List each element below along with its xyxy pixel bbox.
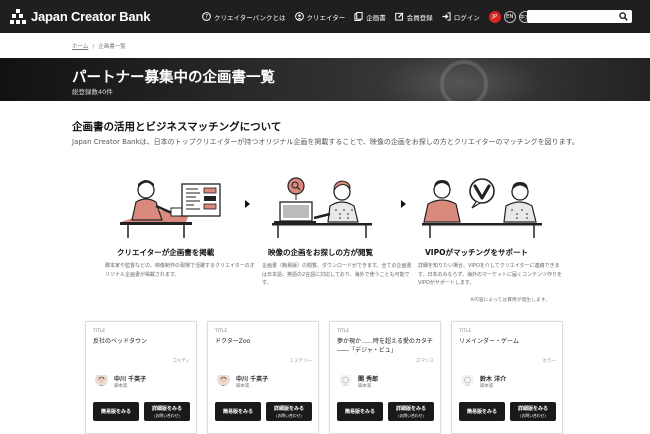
card-title[interactable]: 夢か現か……時を超える愛のカタチ――「デジャ・ビュ」 bbox=[337, 337, 437, 355]
view-simple-label: 簡易版をみる bbox=[222, 409, 253, 415]
search-box bbox=[527, 10, 632, 30]
nav-proposals-label: 企画書 bbox=[366, 13, 386, 22]
view-detail-sub: (お問い合わせ) bbox=[276, 412, 302, 418]
document-icon bbox=[354, 12, 363, 21]
nav-login-label: ログイン bbox=[453, 13, 480, 22]
hero-lens-decoration bbox=[440, 60, 488, 101]
avatar[interactable] bbox=[339, 373, 352, 386]
svg-text:?: ? bbox=[205, 15, 208, 21]
step-1-title: クリエイターが企画書を掲載 bbox=[117, 248, 215, 257]
card-person-role: 脚本家 bbox=[358, 384, 372, 389]
nav-creators[interactable]: クリエイター bbox=[294, 12, 346, 22]
view-detail-sub: (お問い合わせ) bbox=[398, 412, 424, 418]
view-simple-button[interactable]: 簡易版をみる bbox=[459, 402, 505, 421]
step-3-title: VIPOがマッチングをサポート bbox=[425, 248, 528, 257]
lang-en-button[interactable]: EN bbox=[503, 10, 516, 23]
proposal-card: TITLE ドクターZoo ミステリー 中川 千英子 脚本家 簡易版をみる 詳細… bbox=[207, 321, 319, 434]
site-logo[interactable]: Japan Creator Bank bbox=[10, 8, 151, 25]
breadcrumb-home-link[interactable]: ホーム bbox=[72, 44, 88, 50]
view-detail-button[interactable]: 詳細版をみる (お問い合わせ) bbox=[144, 402, 190, 421]
avatar[interactable] bbox=[95, 373, 108, 386]
card-title[interactable]: ドクターZoo bbox=[215, 337, 315, 346]
section-description: Japan Creator Bankは、日本のトップクリエイターが持つオリジナル… bbox=[72, 138, 579, 146]
edit-icon bbox=[394, 12, 404, 21]
nav-register[interactable]: 会員登録 bbox=[394, 12, 433, 22]
view-simple-button[interactable]: 簡易版をみる bbox=[337, 402, 383, 421]
proposal-card: TITLE 反社のベッドタウン コメディ 中川 千英子 脚本家 簡易版をみる 詳… bbox=[85, 321, 197, 434]
avatar[interactable] bbox=[461, 373, 474, 386]
nav-about-label: クリエイターバンクとは bbox=[214, 13, 286, 22]
nav-creators-label: クリエイター bbox=[306, 13, 346, 22]
card-genre: ミステリー bbox=[289, 359, 313, 364]
step-1-description: 脚本家や監督などの、映像制作の現場で活躍するクリエイターのオリジナル企画書が掲載… bbox=[105, 263, 255, 278]
step-arrow-1 bbox=[245, 200, 250, 208]
view-detail-label: 詳細版をみる bbox=[517, 405, 548, 412]
view-detail-label: 詳細版をみる bbox=[151, 405, 182, 412]
nav-login[interactable]: ログイン bbox=[442, 12, 480, 22]
nav-about[interactable]: ? クリエイターバンクとは bbox=[202, 12, 286, 22]
view-detail-label: 詳細版をみる bbox=[395, 405, 426, 412]
logo-text: Japan Creator Bank bbox=[31, 9, 151, 24]
card-person-role: 脚本家 bbox=[480, 384, 494, 389]
step-3-description: 詳細を知りたい場合、VIPOを介してクリエイターに連絡できます。日本のみならず、… bbox=[418, 263, 563, 286]
view-detail-button[interactable]: 詳細版をみる (お問い合わせ) bbox=[388, 402, 434, 421]
card-title[interactable]: 反社のベッドタウン bbox=[93, 337, 193, 346]
breadcrumb-current: 企画書一覧 bbox=[98, 44, 126, 50]
view-simple-label: 簡易版をみる bbox=[344, 409, 375, 415]
card-genre: ロマンス bbox=[416, 359, 434, 364]
card-person-name[interactable]: 関 秀郎 bbox=[358, 374, 378, 383]
nav-proposals[interactable]: 企画書 bbox=[354, 12, 386, 22]
lang-jp-button[interactable]: JP bbox=[488, 10, 501, 23]
step-2-title: 映像の企画をお探しの方が閲覧 bbox=[268, 248, 373, 257]
cost-note: ※内容によっては費用が発生します。 bbox=[470, 298, 550, 303]
total-count: 総登録数40件 bbox=[72, 88, 113, 96]
card-label: TITLE bbox=[459, 329, 472, 334]
view-simple-label: 簡易版をみる bbox=[466, 409, 497, 415]
step-2-description: 企画書（簡易版）の閲覧、ダウンロードができます。全ての企画書は日本語、英語の2言… bbox=[262, 263, 412, 286]
view-simple-button[interactable]: 簡易版をみる bbox=[93, 402, 139, 421]
card-person-role: 脚本家 bbox=[114, 384, 128, 389]
logo-mark-icon bbox=[10, 8, 26, 25]
card-person-role: 脚本家 bbox=[236, 384, 250, 389]
card-label: TITLE bbox=[93, 329, 106, 334]
card-label: TITLE bbox=[337, 329, 350, 334]
step-1-illustration bbox=[116, 176, 236, 238]
step-2-illustration bbox=[270, 176, 385, 238]
login-icon bbox=[442, 12, 451, 21]
view-detail-sub: (お問い合わせ) bbox=[154, 412, 180, 418]
avatar[interactable] bbox=[217, 373, 230, 386]
card-title[interactable]: リメインダー・ゲーム bbox=[459, 337, 559, 346]
card-genre: ホラー bbox=[542, 359, 557, 364]
page-title: パートナー募集中の企画書一覧 bbox=[72, 70, 275, 86]
search-input[interactable] bbox=[527, 17, 615, 30]
section-title: 企画書の活用とビジネスマッチングについて bbox=[72, 121, 282, 133]
card-label: TITLE bbox=[215, 329, 228, 334]
card-person-name[interactable]: 中川 千英子 bbox=[114, 374, 146, 383]
main-nav: ? クリエイターバンクとは クリエイター 企画書 会員登録 ログイン JP EN… bbox=[202, 0, 534, 33]
view-simple-label: 簡易版をみる bbox=[100, 409, 131, 415]
question-circle-icon: ? bbox=[202, 12, 211, 21]
person-icon bbox=[294, 12, 304, 21]
view-detail-button[interactable]: 詳細版をみる (お問い合わせ) bbox=[510, 402, 556, 421]
proposal-card: TITLE 夢か現か……時を超える愛のカタチ――「デジャ・ビュ」 ロマンス 関 … bbox=[329, 321, 441, 434]
step-arrow-2 bbox=[401, 200, 406, 208]
breadcrumb: ホーム / 企画書一覧 bbox=[72, 44, 126, 50]
card-person-name[interactable]: 中川 千英子 bbox=[236, 374, 268, 383]
step-3-illustration bbox=[422, 176, 544, 238]
card-genre: コメディ bbox=[172, 359, 190, 364]
nav-register-label: 会員登録 bbox=[406, 13, 433, 22]
view-detail-button[interactable]: 詳細版をみる (お問い合わせ) bbox=[266, 402, 312, 421]
top-navigation-bar: Japan Creator Bank ? クリエイターバンクとは クリエイター … bbox=[0, 0, 650, 33]
view-detail-label: 詳細版をみる bbox=[273, 405, 304, 412]
view-detail-sub: (お問い合わせ) bbox=[520, 412, 546, 418]
view-simple-button[interactable]: 簡易版をみる bbox=[215, 402, 261, 421]
proposal-card: TITLE リメインダー・ゲーム ホラー 鈴木 洋介 脚本家 簡易版をみる 詳細… bbox=[451, 321, 563, 434]
hero-banner: パートナー募集中の企画書一覧 総登録数40件 bbox=[0, 58, 650, 101]
card-person-name[interactable]: 鈴木 洋介 bbox=[480, 374, 506, 383]
search-icon[interactable] bbox=[619, 12, 628, 21]
